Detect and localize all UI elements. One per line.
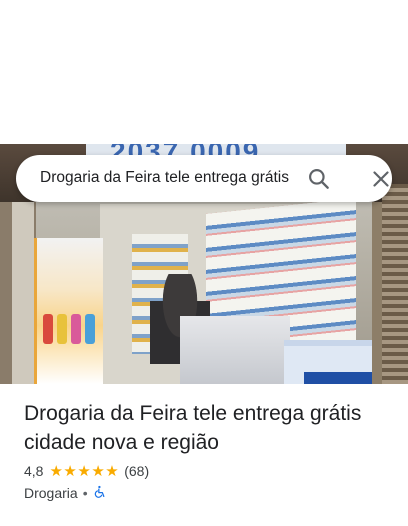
- photo-pillar: [12, 202, 34, 384]
- photo-bottle: [71, 314, 81, 344]
- search-icon[interactable]: [306, 166, 332, 192]
- review-count[interactable]: (68): [124, 463, 149, 479]
- star-icon: ★: [63, 462, 77, 480]
- category-row: Drogaria •: [24, 484, 107, 502]
- separator: •: [82, 485, 88, 501]
- star-icon: ★: [77, 462, 91, 480]
- close-icon[interactable]: [368, 166, 394, 192]
- blank-area: [0, 0, 408, 144]
- place-title[interactable]: Drogaria da Feira tele entrega grátis ci…: [24, 399, 394, 457]
- photo-banner: [34, 238, 103, 384]
- photo-bottle: [57, 314, 67, 344]
- rating-value: 4,8: [24, 463, 44, 479]
- star-icon: ★: [49, 462, 63, 480]
- search-bar[interactable]: Drogaria da Feira tele entrega grátis: [16, 155, 392, 202]
- search-input[interactable]: Drogaria da Feira tele entrega grátis: [40, 168, 290, 188]
- photo-bottle: [85, 314, 95, 344]
- photo-counter: [180, 316, 290, 384]
- star-icon: ★: [91, 462, 105, 480]
- photo-bottle: [43, 314, 53, 344]
- star-icon: ★: [105, 462, 119, 480]
- rating-row[interactable]: 4,8 ★ ★ ★ ★ ★ (68): [24, 462, 149, 480]
- photo-grille: [382, 184, 408, 384]
- star-rating: ★ ★ ★ ★ ★: [49, 464, 119, 479]
- place-category: Drogaria: [24, 485, 78, 501]
- wheelchair-icon: [93, 485, 107, 502]
